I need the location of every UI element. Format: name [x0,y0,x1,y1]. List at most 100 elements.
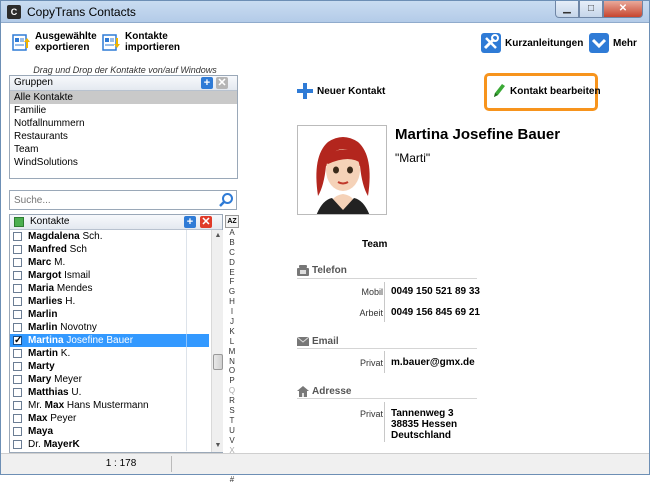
contact-row[interactable]: Maria Mendes [10,282,209,295]
group-item[interactable]: Alle Kontakte [10,91,237,104]
alphabet-letter[interactable]: O [225,366,239,376]
contact-name-text: Matthias U. [28,386,81,399]
contact-checkbox[interactable] [13,414,22,423]
search-icon[interactable] [218,192,234,208]
contact-checkbox[interactable]: ✓ [13,335,22,346]
scroll-down-icon[interactable]: ▼ [214,442,222,450]
edit-contact-button[interactable]: Kontakt bearbeiten [492,83,601,99]
scroll-up-icon[interactable]: ▲ [214,232,222,240]
select-all-checkbox[interactable] [14,217,24,227]
search-input[interactable] [10,191,210,209]
contact-checkbox[interactable] [13,245,22,254]
add-group-button[interactable]: + [201,77,213,89]
contact-checkbox[interactable] [13,427,22,436]
alphabet-letter[interactable]: D [225,258,239,268]
alphabet-letter[interactable]: E [225,268,239,278]
contact-checkbox[interactable] [13,388,22,397]
alphabet-letter[interactable]: B [225,238,239,248]
alphabet-letter[interactable]: A [225,228,239,238]
more-button[interactable]: Mehr [589,33,637,53]
contact-checkbox[interactable] [13,258,22,267]
column-separator [186,243,187,256]
contact-row[interactable]: Dr. MayerK [10,438,209,451]
alphabet-letter[interactable]: K [225,327,239,337]
group-item[interactable]: Notfallnummern [10,117,237,130]
contact-checkbox[interactable] [13,375,22,384]
column-separator [186,269,187,282]
alphabet-index: AZ ABCDEFGHIJKLMNOPQRSTUVXYZ# [225,215,239,485]
contact-row[interactable]: Marlies H. [10,295,209,308]
alphabet-letter[interactable]: F [225,277,239,287]
contact-checkbox[interactable] [13,401,22,410]
address-line3[interactable]: Deutschland [391,430,451,442]
contact-row[interactable]: Manfred Sch [10,243,209,256]
alphabet-letter[interactable]: T [225,416,239,426]
delete-contact-button[interactable]: ✕ [200,216,212,228]
alphabet-letter[interactable]: N [225,357,239,367]
contact-checkbox[interactable] [13,440,22,449]
alphabet-letter[interactable]: U [225,426,239,436]
alphabet-letter[interactable]: H [225,297,239,307]
scroll-thumb[interactable] [213,354,223,370]
contact-checkbox[interactable] [13,284,22,293]
contact-row[interactable]: Maya [10,425,209,438]
contact-row[interactable]: Mary Meyer [10,373,209,386]
alphabet-letter[interactable]: I [225,307,239,317]
alphabet-letter[interactable]: # [225,475,239,485]
chevron-down-icon [589,33,609,53]
contact-checkbox[interactable] [13,323,22,332]
group-item[interactable]: Team [10,143,237,156]
close-button[interactable]: ✕ [603,1,643,18]
alphabet-letter[interactable]: L [225,337,239,347]
contact-first-name: Marlin [28,309,58,320]
alphabet-letter[interactable]: G [225,287,239,297]
contact-checkbox[interactable] [13,271,22,280]
contacts-scrollbar[interactable]: ▲ ▼ [211,230,223,452]
phone-value-work[interactable]: 0049 156 845 69 21 [391,307,480,319]
contact-row[interactable]: Magdalena Sch. [10,230,209,243]
alphabet-letter[interactable]: P [225,376,239,386]
guides-button[interactable]: Kurzanleitungen [481,33,583,53]
sort-az-button[interactable]: AZ [225,215,239,228]
column-separator [186,230,187,243]
contact-row[interactable]: Margot Ismail [10,269,209,282]
contact-row[interactable]: Marc M. [10,256,209,269]
delete-group-button[interactable]: ✕ [216,77,228,89]
contact-checkbox[interactable] [13,362,22,371]
contacts-list: Magdalena Sch. Manfred Sch Marc M. Margot I… [10,230,222,452]
contact-row[interactable]: Martin K. [10,347,209,360]
alphabet-letter[interactable]: Q [225,386,239,396]
contact-row[interactable]: Matthias U. [10,386,209,399]
import-icon [102,34,120,51]
maximize-button[interactable]: □ [579,1,603,18]
contact-name-text: Marty [28,360,55,373]
contact-row[interactable]: Marlin Novotny [10,321,209,334]
alphabet-letter[interactable]: M [225,347,239,357]
import-contacts-button[interactable]: Kontakte importieren [101,31,180,53]
add-contact-small-button[interactable]: + [184,216,196,228]
email-value-private[interactable]: m.bauer@gmx.de [391,357,475,369]
contact-row[interactable]: ✓ Martina Josefine Bauer [10,334,209,347]
contact-row[interactable]: Mr. Max Hans Mustermann [10,399,209,412]
contact-last-name: Novotny [57,322,97,333]
export-selected-button[interactable]: Ausgewählte exportieren [11,31,97,53]
contact-checkbox[interactable] [13,349,22,358]
contact-checkbox[interactable] [13,232,22,241]
alphabet-letter[interactable]: S [225,406,239,416]
contact-row[interactable]: Max Peyer [10,412,209,425]
minimize-button[interactable]: ▁ [555,1,579,18]
group-item[interactable]: Restaurants [10,130,237,143]
contact-checkbox[interactable] [13,297,22,306]
alphabet-letter[interactable]: C [225,248,239,258]
phone-value-mobile[interactable]: 0049 150 521 89 33 [391,286,480,298]
alphabet-letter[interactable]: J [225,317,239,327]
alphabet-letter[interactable]: V [225,436,239,446]
contact-row[interactable]: Marlin [10,308,209,321]
export-icon [12,34,30,51]
contact-checkbox[interactable] [13,310,22,319]
new-contact-button[interactable]: Neuer Kontakt [297,83,385,99]
alphabet-letter[interactable]: R [225,396,239,406]
contact-row[interactable]: Marty [10,360,209,373]
group-item[interactable]: Familie [10,104,237,117]
group-item[interactable]: WindSolutions [10,156,237,169]
